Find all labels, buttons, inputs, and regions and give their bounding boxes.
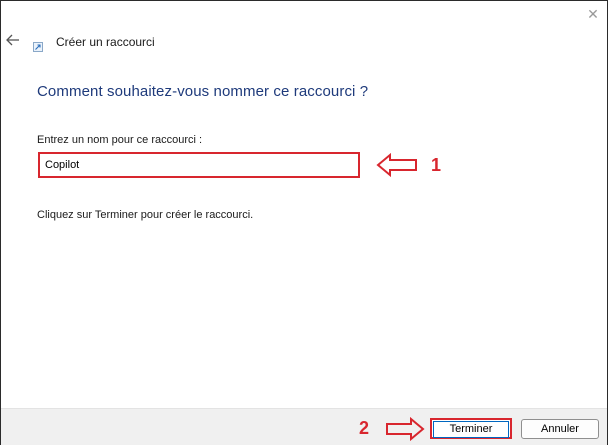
dialog-title: Créer un raccourci xyxy=(56,35,155,49)
cancel-button[interactable]: Annuler xyxy=(521,419,599,439)
annotation-arrow-left-icon xyxy=(376,153,417,177)
close-icon[interactable]: ✕ xyxy=(585,6,601,22)
footer-bar xyxy=(1,408,607,445)
shortcut-name-input[interactable] xyxy=(38,152,360,178)
name-field-label: Entrez un nom pour ce raccourci : xyxy=(37,134,203,146)
page-heading: Comment souhaitez-vous nommer ce raccour… xyxy=(37,83,369,100)
annotation-number-2: 2 xyxy=(359,418,370,438)
create-shortcut-dialog: ✕ Créer un raccourci Comment souhaitez-v… xyxy=(0,0,608,445)
finish-button[interactable]: Terminer xyxy=(430,418,512,439)
annotation-arrow-right-icon xyxy=(386,417,425,441)
back-arrow-icon[interactable] xyxy=(5,32,21,48)
shortcut-icon xyxy=(33,39,43,52)
annotation-number-1: 1 xyxy=(431,155,442,175)
instruction-text: Cliquez sur Terminer pour créer le racco… xyxy=(37,209,254,221)
finish-button-label: Terminer xyxy=(433,421,509,438)
